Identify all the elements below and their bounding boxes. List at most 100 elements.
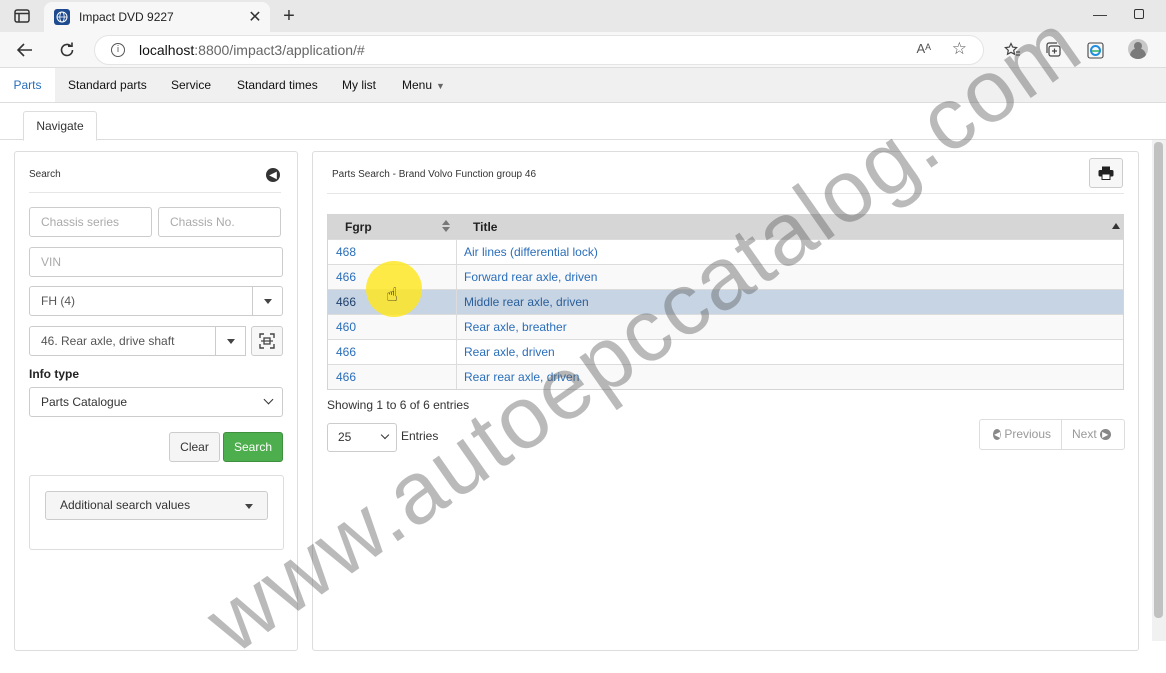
cell-divider	[456, 265, 457, 289]
table-row[interactable]: 466 Rear rear axle, driven	[328, 364, 1123, 389]
tab-actions-icon[interactable]	[8, 6, 36, 26]
page-size-select[interactable]: 25	[327, 423, 397, 452]
column-header-fgrp[interactable]: Fgrp	[345, 215, 372, 239]
caret-down-icon	[245, 504, 253, 509]
edge-icon[interactable]	[1085, 40, 1105, 60]
print-button[interactable]	[1089, 158, 1123, 188]
url-input[interactable]: i localhost:8800/impact3/application/# A…	[94, 35, 984, 65]
read-aloud-icon[interactable]: Aᴬ	[916, 41, 931, 56]
chevron-down-icon	[380, 430, 390, 440]
collections-icon[interactable]	[1043, 40, 1063, 60]
maximize-icon[interactable]	[1134, 9, 1144, 19]
chevron-down-icon	[263, 394, 274, 405]
caret-down-icon	[263, 298, 272, 304]
additional-search-box: Additional search values	[29, 475, 284, 550]
arrow-right-circle-icon: ▶	[1099, 429, 1111, 440]
title-cell[interactable]: Rear axle, breather	[464, 315, 567, 339]
previous-page-button[interactable]: ◀ Previous	[980, 420, 1062, 449]
model-select[interactable]: FH (4)	[29, 286, 253, 316]
app-nav-bar: Parts Standard parts Service Standard ti…	[0, 68, 1166, 103]
showing-entries-text: Showing 1 to 6 of 6 entries	[327, 398, 470, 412]
page-size-value: 25	[338, 430, 352, 444]
collapse-left-icon[interactable]: ◀	[266, 168, 280, 182]
caret-down-icon	[226, 338, 235, 344]
back-arrow-icon[interactable]	[12, 38, 38, 62]
close-icon[interactable]: ✕	[246, 8, 264, 26]
breadcrumb: Parts Search - Brand Volvo Function grou…	[332, 169, 537, 180]
title-cell[interactable]: Rear rear axle, driven	[464, 365, 579, 389]
previous-label: Previous	[1004, 427, 1051, 441]
add-favorite-icon[interactable]: ☆	[952, 39, 967, 59]
search-panel: Search ◀ Chassis series Chassis No. VIN …	[14, 151, 298, 651]
cell-divider	[456, 240, 457, 264]
info-type-value: Parts Catalogue	[41, 395, 128, 409]
caret-down-icon: ▼	[436, 81, 445, 91]
divider	[327, 193, 1124, 194]
profile-avatar[interactable]	[1128, 39, 1148, 59]
nav-standard-parts[interactable]: Standard parts	[68, 68, 147, 102]
search-panel-title: Search	[29, 169, 61, 180]
fgrp-cell[interactable]: 468	[336, 240, 356, 264]
title-cell[interactable]: Air lines (differential lock)	[464, 240, 598, 264]
vin-input[interactable]: VIN	[29, 247, 283, 277]
nav-standard-times[interactable]: Standard times	[237, 68, 318, 102]
sub-tabs: Navigate	[0, 103, 1166, 141]
table-row[interactable]: 460 Rear axle, breather	[328, 314, 1123, 339]
title-cell[interactable]: Rear axle, driven	[464, 340, 555, 364]
fgrp-cell[interactable]: 466	[336, 365, 356, 389]
title-cell[interactable]: Middle rear axle, driven	[464, 290, 589, 314]
minimize-icon[interactable]: —	[1090, 6, 1110, 26]
sort-icon[interactable]	[442, 220, 450, 232]
fgrp-cell[interactable]: 466	[336, 340, 356, 364]
table-row[interactable]: 466 Rear axle, driven	[328, 339, 1123, 364]
divider	[29, 192, 281, 193]
entries-label: Entries	[401, 429, 439, 443]
search-button[interactable]: Search	[223, 432, 283, 462]
favorites-icon[interactable]	[1002, 40, 1022, 60]
page-scrollbar[interactable]	[1152, 140, 1166, 641]
tab-title: Impact DVD 9227	[79, 10, 174, 24]
fgrp-cell[interactable]: 466	[336, 290, 356, 314]
hand-cursor-icon: ☝	[386, 284, 398, 306]
cell-divider	[456, 340, 457, 364]
clear-button[interactable]: Clear	[169, 432, 220, 462]
results-panel: Parts Search - Brand Volvo Function grou…	[312, 151, 1139, 651]
table-row[interactable]: 466 Forward rear axle, driven	[328, 264, 1123, 289]
next-label: Next	[1072, 427, 1097, 441]
cell-divider	[456, 290, 457, 314]
chassis-no-input[interactable]: Chassis No.	[158, 207, 281, 237]
scan-button[interactable]	[251, 326, 283, 356]
table-body: 468 Air lines (differential lock) 466 Forwa…	[328, 239, 1123, 389]
pagination: ◀ Previous Next ▶	[979, 419, 1125, 450]
table-header: Fgrp Title	[328, 215, 1123, 239]
nav-service[interactable]: Service	[171, 68, 211, 102]
url-path: :8800/impact3/application/#	[194, 42, 365, 58]
new-tab-icon[interactable]: +	[278, 5, 300, 27]
title-cell[interactable]: Forward rear axle, driven	[464, 265, 597, 289]
nav-my-list[interactable]: My list	[342, 68, 376, 102]
additional-search-label: Additional search values	[60, 498, 191, 512]
model-dropdown-button[interactable]	[252, 286, 283, 316]
nav-menu[interactable]: Menu ▼	[402, 68, 445, 102]
cell-divider	[456, 315, 457, 339]
table-row[interactable]: 466 Middle rear axle, driven	[328, 289, 1123, 314]
info-type-select[interactable]: Parts Catalogue	[29, 387, 283, 417]
fgrp-cell[interactable]: 460	[336, 315, 356, 339]
results-table: Fgrp Title 468 Air lines (differential lo…	[327, 214, 1124, 390]
info-icon[interactable]: i	[111, 43, 125, 57]
info-type-label: Info type	[29, 367, 79, 381]
tab-navigate[interactable]: Navigate	[23, 111, 97, 141]
browser-tab[interactable]: Impact DVD 9227 ✕	[44, 2, 270, 32]
chassis-series-input[interactable]: Chassis series	[29, 207, 152, 237]
next-page-button[interactable]: Next ▶	[1062, 420, 1124, 449]
function-group-select[interactable]: 46. Rear axle, drive shaft	[29, 326, 216, 356]
function-group-dropdown-button[interactable]	[215, 326, 246, 356]
scrollbar-thumb[interactable]	[1154, 142, 1163, 618]
fgrp-cell[interactable]: 466	[336, 265, 356, 289]
sort-ascending-icon[interactable]	[1112, 223, 1120, 229]
column-header-title[interactable]: Title	[473, 215, 497, 239]
refresh-icon[interactable]	[54, 38, 80, 62]
additional-search-button[interactable]: Additional search values	[45, 491, 268, 520]
table-row[interactable]: 468 Air lines (differential lock)	[328, 239, 1123, 264]
nav-parts[interactable]: Parts	[0, 68, 55, 102]
